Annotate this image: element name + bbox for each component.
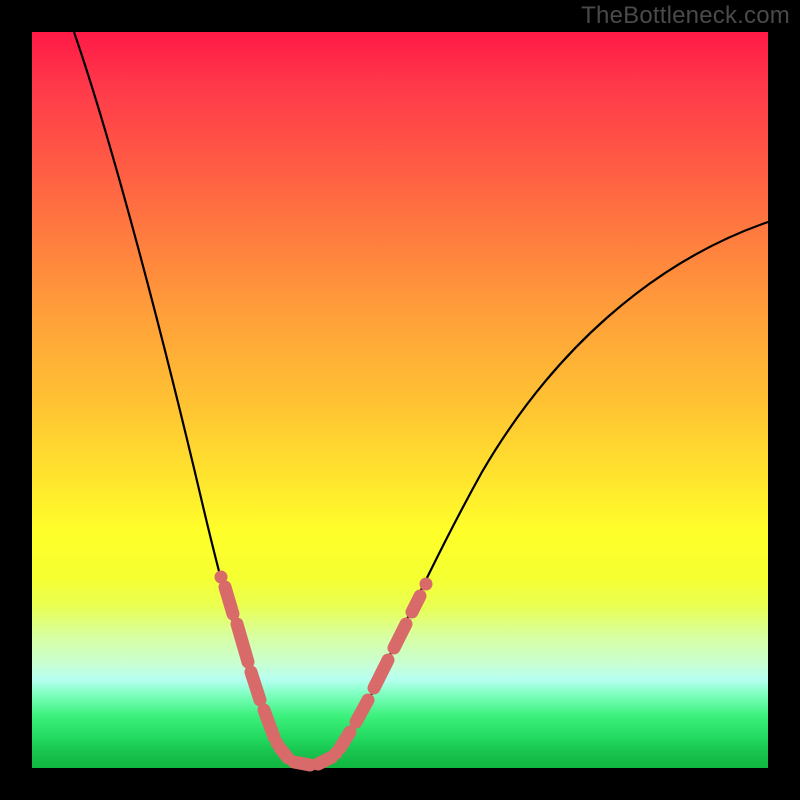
bead-segment [318, 757, 332, 764]
bead-segment [412, 596, 420, 612]
bead-segment [264, 710, 274, 737]
bead-dot [420, 578, 433, 591]
bead-segment [356, 700, 368, 722]
bead-segment [237, 624, 248, 662]
watermark-text: TheBottleneck.com [581, 2, 790, 30]
bead-segment [340, 732, 350, 748]
bead-segment [280, 748, 288, 758]
bead-segment [225, 587, 233, 614]
bead-segment [294, 762, 310, 765]
bead-group [215, 571, 433, 766]
bead-dot [271, 737, 284, 750]
bead-segment [251, 672, 260, 700]
bead-dot [215, 571, 228, 584]
chart-frame: TheBottleneck.com [0, 0, 800, 800]
plot-area [32, 32, 768, 768]
bead-segment [374, 660, 388, 688]
bead-dot [330, 747, 343, 760]
curve-svg [32, 32, 768, 768]
bead-segment [394, 624, 406, 648]
bottleneck-curve [74, 32, 768, 765]
